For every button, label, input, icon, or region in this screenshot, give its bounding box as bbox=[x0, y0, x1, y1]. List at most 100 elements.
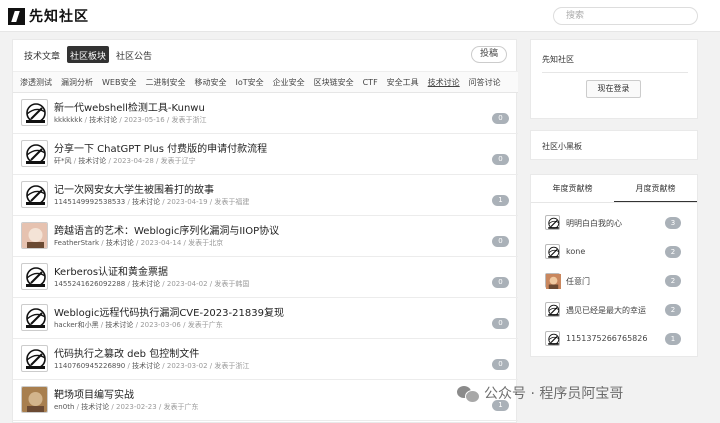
avatar[interactable] bbox=[21, 222, 48, 249]
post-author[interactable]: kkkkkkk bbox=[54, 116, 82, 124]
post-category[interactable]: 技术讨论 bbox=[106, 239, 134, 247]
tab-1[interactable]: 社区板块 bbox=[67, 46, 110, 63]
rank-user-name[interactable]: 任意门 bbox=[566, 276, 590, 287]
post-category[interactable]: 技术讨论 bbox=[105, 321, 133, 329]
avatar[interactable] bbox=[545, 244, 560, 259]
category-item[interactable]: WEB安全 bbox=[102, 77, 136, 88]
post-row[interactable]: 新一代webshell检测工具-Kunwu kkkkkkk / 技术讨论 / 20… bbox=[13, 93, 518, 134]
post-title[interactable]: 代码执行之篡改 deb 包控制文件 bbox=[54, 345, 199, 360]
post-author[interactable]: hacker和小黑 bbox=[54, 321, 99, 329]
post-row[interactable]: 跨越语言的艺术：Weblogic序列化漏洞与IIOP协议 FeatherStark… bbox=[13, 216, 518, 257]
category-item[interactable]: 二进制安全 bbox=[145, 77, 185, 88]
post-title[interactable]: 靶场项目编写实战 bbox=[54, 386, 134, 401]
post-category[interactable]: 技术讨论 bbox=[132, 198, 160, 206]
login-button[interactable]: 现在登录 bbox=[586, 80, 641, 98]
post-category[interactable]: 技术讨论 bbox=[132, 280, 160, 288]
post-location: 发表于辽宁 bbox=[160, 157, 196, 165]
category-item[interactable]: 问答讨论 bbox=[469, 77, 501, 88]
main-panel: 技术文章 社区板块 社区公告 投稿 渗透测试 漏洞分析 WEB安全 二进制安全 移动安全 Io… bbox=[12, 39, 518, 423]
post-title[interactable]: 分享一下 ChatGPT Plus 付费版的申请付款流程 bbox=[54, 140, 267, 155]
post-author[interactable]: 1145149992538533 bbox=[54, 198, 125, 206]
post-category[interactable]: 技术讨论 bbox=[78, 157, 106, 165]
post-title[interactable]: Kerberos认证和黄金票据 bbox=[54, 263, 168, 278]
category-item[interactable]: 区块链安全 bbox=[314, 77, 354, 88]
category-item[interactable]: 技术讨论 bbox=[428, 77, 460, 88]
post-row[interactable]: 代码执行之篡改 deb 包控制文件 1140760945226890 / 技术讨论… bbox=[13, 339, 518, 380]
post-category[interactable]: 技术讨论 bbox=[81, 403, 109, 411]
post-location: 发表于韩国 bbox=[214, 280, 250, 288]
category-item[interactable]: 企业安全 bbox=[273, 77, 305, 88]
avatar[interactable] bbox=[545, 331, 560, 346]
wechat-icon bbox=[457, 384, 480, 403]
community-title: 先知社区 bbox=[542, 55, 574, 64]
post-title[interactable]: Weblogic远程代码执行漏洞CVE-2023-21839复现 bbox=[54, 304, 284, 319]
category-item[interactable]: 安全工具 bbox=[387, 77, 419, 88]
reply-count-badge: 0 bbox=[492, 154, 509, 165]
contribution-count-badge: 3 bbox=[665, 217, 681, 229]
post-row[interactable]: Kerberos认证和黄金票据 1455241626092288 / 技术讨论 /… bbox=[13, 257, 518, 298]
avatar[interactable] bbox=[21, 304, 48, 331]
post-meta: 矸*风 / 技术讨论 / 2023-04-28 / 发表于辽宁 bbox=[54, 157, 196, 165]
rank-row[interactable]: kone 2 bbox=[531, 238, 697, 267]
tab-2[interactable]: 社区公告 bbox=[113, 46, 155, 63]
rank-tabs: 年度贡献榜 月度贡献榜 bbox=[531, 175, 697, 203]
wechat-watermark: 公众号 · 程序员阿宝哥 bbox=[457, 383, 623, 403]
avatar[interactable] bbox=[21, 386, 48, 413]
post-row[interactable]: Weblogic远程代码执行漏洞CVE-2023-21839复现 hacker和小… bbox=[13, 298, 518, 339]
post-title[interactable]: 跨越语言的艺术：Weblogic序列化漏洞与IIOP协议 bbox=[54, 222, 279, 237]
community-card: 先知社区 现在登录 bbox=[530, 39, 698, 119]
post-meta: kkkkkkk / 技术讨论 / 2023-05-16 / 发表于浙江 bbox=[54, 116, 207, 124]
avatar[interactable] bbox=[545, 215, 560, 230]
submit-post-button[interactable]: 投稿 bbox=[471, 46, 507, 63]
post-author[interactable]: en0th bbox=[54, 403, 74, 411]
post-author[interactable]: 1140760945226890 bbox=[54, 362, 125, 370]
post-category[interactable]: 技术讨论 bbox=[89, 116, 117, 124]
post-date: 2023-04-28 bbox=[113, 157, 154, 165]
avatar[interactable] bbox=[21, 140, 48, 167]
site-logo[interactable]: 先知社区 bbox=[8, 6, 89, 26]
rank-user-name[interactable]: kone bbox=[566, 247, 585, 256]
avatar[interactable] bbox=[21, 99, 48, 126]
post-author[interactable]: 矸*风 bbox=[54, 157, 72, 165]
post-title[interactable]: 记一次网安女大学生被围着打的故事 bbox=[54, 181, 214, 196]
rank-user-name[interactable]: 遇见已经是最大的幸运 bbox=[566, 305, 646, 316]
post-list: 新一代webshell检测工具-Kunwu kkkkkkk / 技术讨论 / 20… bbox=[13, 93, 518, 421]
tab-monthly-rank[interactable]: 月度贡献榜 bbox=[614, 175, 697, 202]
watermark-text: 公众号 · 程序员阿宝哥 bbox=[484, 386, 624, 402]
post-title[interactable]: 新一代webshell检测工具-Kunwu bbox=[54, 99, 205, 114]
post-category[interactable]: 技术讨论 bbox=[132, 362, 160, 370]
post-author[interactable]: 1455241626092288 bbox=[54, 280, 125, 288]
rank-row[interactable]: 明明白白我的心 3 bbox=[531, 209, 697, 238]
category-item[interactable]: 漏洞分析 bbox=[61, 77, 93, 88]
avatar[interactable] bbox=[545, 273, 561, 289]
avatar[interactable] bbox=[545, 302, 560, 317]
post-row[interactable]: 分享一下 ChatGPT Plus 付费版的申请付款流程矸*风 / 技术讨论 /… bbox=[13, 134, 518, 175]
rank-row[interactable]: 1151375266765826 1 bbox=[531, 325, 697, 354]
reply-count-badge: 0 bbox=[492, 236, 509, 247]
category-item[interactable]: IoT安全 bbox=[235, 77, 263, 88]
rank-row[interactable]: 遇见已经是最大的幸运 2 bbox=[531, 296, 697, 325]
post-row[interactable]: 记一次网安女大学生被围着打的故事 1145149992538533 / 技术讨论 … bbox=[13, 175, 518, 216]
post-date: 2023-02-23 bbox=[116, 403, 157, 411]
post-date: 2023-03-06 bbox=[140, 321, 181, 329]
rank-user-name[interactable]: 1151375266765826 bbox=[566, 334, 647, 343]
post-author[interactable]: FeatherStark bbox=[54, 239, 99, 247]
reply-count-badge: 0 bbox=[492, 359, 509, 370]
category-item[interactable]: 渗透测试 bbox=[20, 77, 52, 88]
rank-list: 明明白白我的心 3 kone 2 任意门 2 遇见已经是最大的幸运 2 115137526676… bbox=[531, 209, 697, 354]
category-item[interactable]: CTF bbox=[363, 78, 378, 87]
post-location: 发表于北京 bbox=[188, 239, 224, 247]
search-input[interactable]: 搜索 bbox=[553, 7, 698, 25]
rank-row[interactable]: 任意门 2 bbox=[531, 267, 697, 296]
tab-0[interactable]: 技术文章 bbox=[21, 46, 63, 63]
blackboard-card[interactable]: 社区小黑板 bbox=[530, 130, 698, 160]
tab-yearly-rank[interactable]: 年度贡献榜 bbox=[531, 175, 614, 202]
post-row[interactable]: 靶场项目编写实战 en0th / 技术讨论 / 2023-02-23 / 发表于广… bbox=[13, 380, 518, 421]
post-meta: 1455241626092288 / 技术讨论 / 2023-04-02 / 发… bbox=[54, 280, 250, 288]
avatar[interactable] bbox=[21, 263, 48, 290]
rank-user-name[interactable]: 明明白白我的心 bbox=[566, 218, 622, 229]
logo-mark-icon bbox=[8, 7, 25, 25]
avatar[interactable] bbox=[21, 181, 48, 208]
avatar[interactable] bbox=[21, 345, 48, 372]
category-item[interactable]: 移动安全 bbox=[194, 77, 226, 88]
